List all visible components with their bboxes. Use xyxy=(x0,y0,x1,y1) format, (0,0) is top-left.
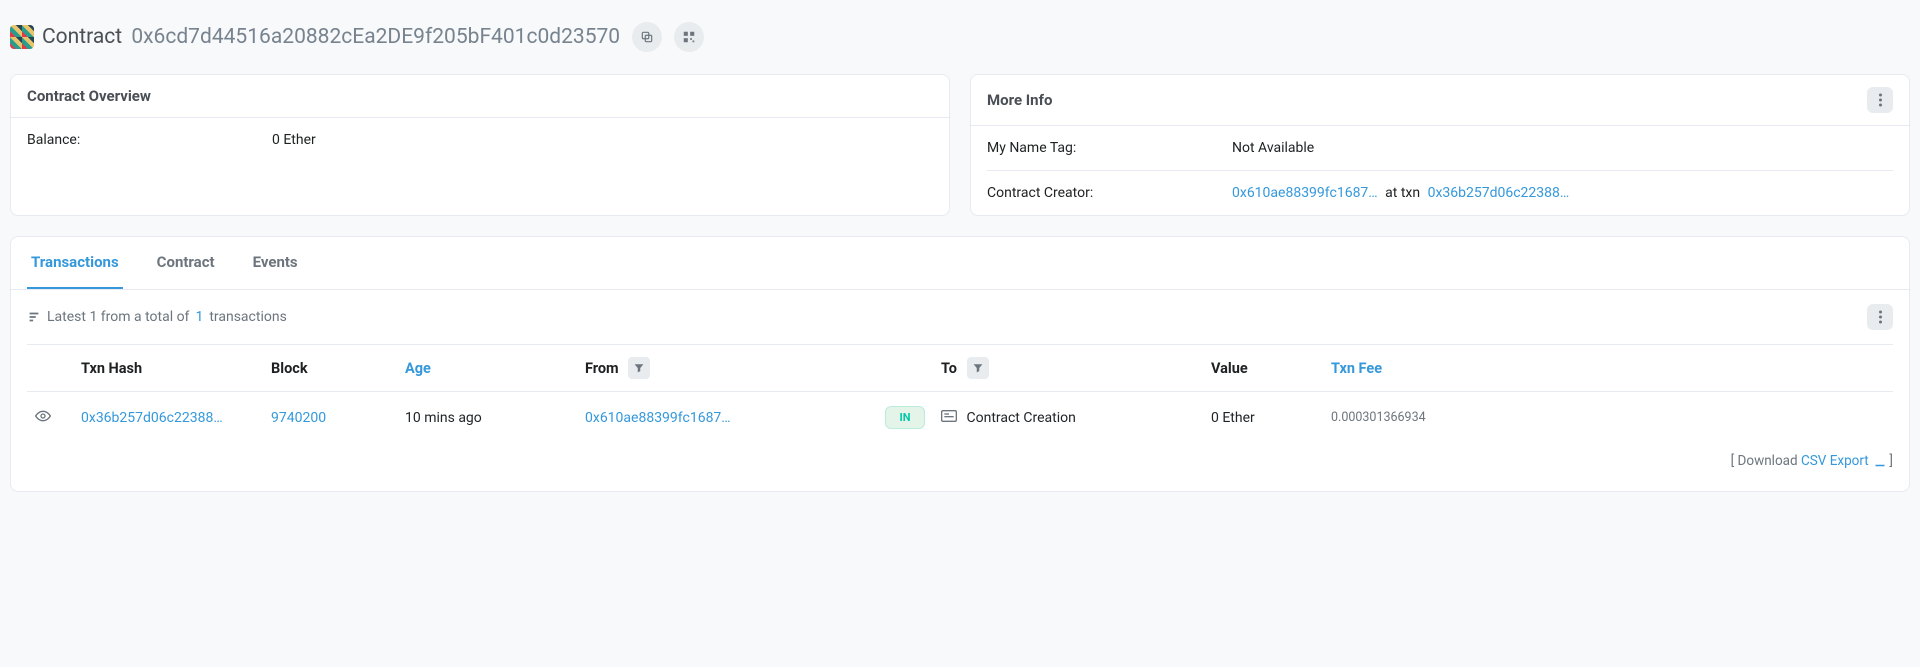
transactions-card: Transactions Contract Events Latest 1 fr… xyxy=(10,236,1910,492)
col-age[interactable]: Age xyxy=(397,345,577,392)
filter-icon xyxy=(973,363,983,373)
download-icon xyxy=(1874,455,1886,467)
copy-icon xyxy=(640,30,654,44)
tx-to-text: Contract Creation xyxy=(966,410,1075,426)
export-suffix: ] xyxy=(1889,453,1893,469)
filter-to-button[interactable] xyxy=(967,357,989,379)
moreinfo-menu-button[interactable] xyxy=(1867,87,1893,113)
tabs-bar: Transactions Contract Events xyxy=(11,237,1909,290)
csv-export-link[interactable]: CSV Export xyxy=(1801,453,1889,469)
col-fee[interactable]: Txn Fee xyxy=(1323,345,1893,392)
moreinfo-title: More Info xyxy=(987,91,1052,109)
page-title-label: Contract xyxy=(42,25,122,49)
page-address: 0x6cd7d44516a20882cEa2DE9f205bF401c0d235… xyxy=(131,25,620,49)
transactions-table: Txn Hash Block Age From To xyxy=(27,344,1893,443)
page-header: Contract 0x6cd7d44516a20882cEa2DE9f205bF… xyxy=(10,10,1910,64)
qrcode-icon xyxy=(682,30,696,44)
col-from: From xyxy=(577,345,877,392)
at-txn-text: at txn xyxy=(1385,185,1420,201)
table-row: 0x36b257d06c22388… 9740200 10 mins ago 0… xyxy=(27,392,1893,444)
direction-badge: IN xyxy=(885,406,925,429)
col-to: To xyxy=(933,345,1203,392)
page-title: Contract 0x6cd7d44516a20882cEa2DE9f205bF… xyxy=(42,25,620,49)
tab-transactions[interactable]: Transactions xyxy=(27,237,123,289)
sort-icon xyxy=(27,310,41,324)
balance-row: Balance: 0 Ether xyxy=(27,118,933,162)
creator-txn-link[interactable]: 0x36b257d06c22388… xyxy=(1428,185,1570,201)
copy-button[interactable] xyxy=(632,22,662,52)
export-row: [ Download CSV Export ] xyxy=(27,443,1893,483)
creator-row: Contract Creator: 0x610ae88399fc1687… at… xyxy=(987,170,1893,215)
tab-events[interactable]: Events xyxy=(249,237,302,289)
tx-summary-prefix: Latest 1 from a total of xyxy=(47,309,189,325)
tx-summary-count[interactable]: 1 xyxy=(195,309,203,325)
view-tx-button[interactable] xyxy=(35,412,51,428)
dots-vertical-icon xyxy=(1879,93,1882,107)
eye-icon xyxy=(35,408,51,424)
contract-icon xyxy=(941,410,957,422)
balance-label: Balance: xyxy=(27,132,272,148)
col-block: Block xyxy=(263,345,397,392)
col-hash: Txn Hash xyxy=(73,345,263,392)
export-prefix: [ Download xyxy=(1731,453,1798,469)
tx-hash-link[interactable]: 0x36b257d06c22388… xyxy=(81,410,223,426)
qrcode-button[interactable] xyxy=(674,22,704,52)
identicon-icon xyxy=(10,25,34,49)
nametag-row: My Name Tag: Not Available xyxy=(987,126,1893,170)
tx-from-link[interactable]: 0x610ae88399fc1687… xyxy=(585,410,731,426)
overview-card: Contract Overview Balance: 0 Ether xyxy=(10,74,950,216)
tx-summary: Latest 1 from a total of 1 transactions xyxy=(27,309,287,325)
moreinfo-card-header: More Info xyxy=(971,75,1909,126)
creator-label: Contract Creator: xyxy=(987,185,1232,201)
moreinfo-card: More Info My Name Tag: Not Available Con… xyxy=(970,74,1910,216)
tx-fee: 0.000301366934 xyxy=(1323,392,1893,444)
tx-summary-suffix: transactions xyxy=(209,309,287,325)
filter-icon xyxy=(634,363,644,373)
tab-contract[interactable]: Contract xyxy=(153,237,219,289)
tx-menu-button[interactable] xyxy=(1867,304,1893,330)
tx-value: 0 Ether xyxy=(1203,392,1323,444)
col-value: Value xyxy=(1203,345,1323,392)
filter-from-button[interactable] xyxy=(628,357,650,379)
tx-block-link[interactable]: 9740200 xyxy=(271,410,326,426)
dots-vertical-icon xyxy=(1879,310,1882,324)
balance-value: 0 Ether xyxy=(272,132,933,148)
creator-address-link[interactable]: 0x610ae88399fc1687… xyxy=(1232,185,1378,201)
overview-title: Contract Overview xyxy=(27,87,151,105)
nametag-label: My Name Tag: xyxy=(987,140,1232,156)
overview-card-header: Contract Overview xyxy=(11,75,949,118)
nametag-value: Not Available xyxy=(1232,140,1893,156)
tx-age: 10 mins ago xyxy=(397,392,577,444)
